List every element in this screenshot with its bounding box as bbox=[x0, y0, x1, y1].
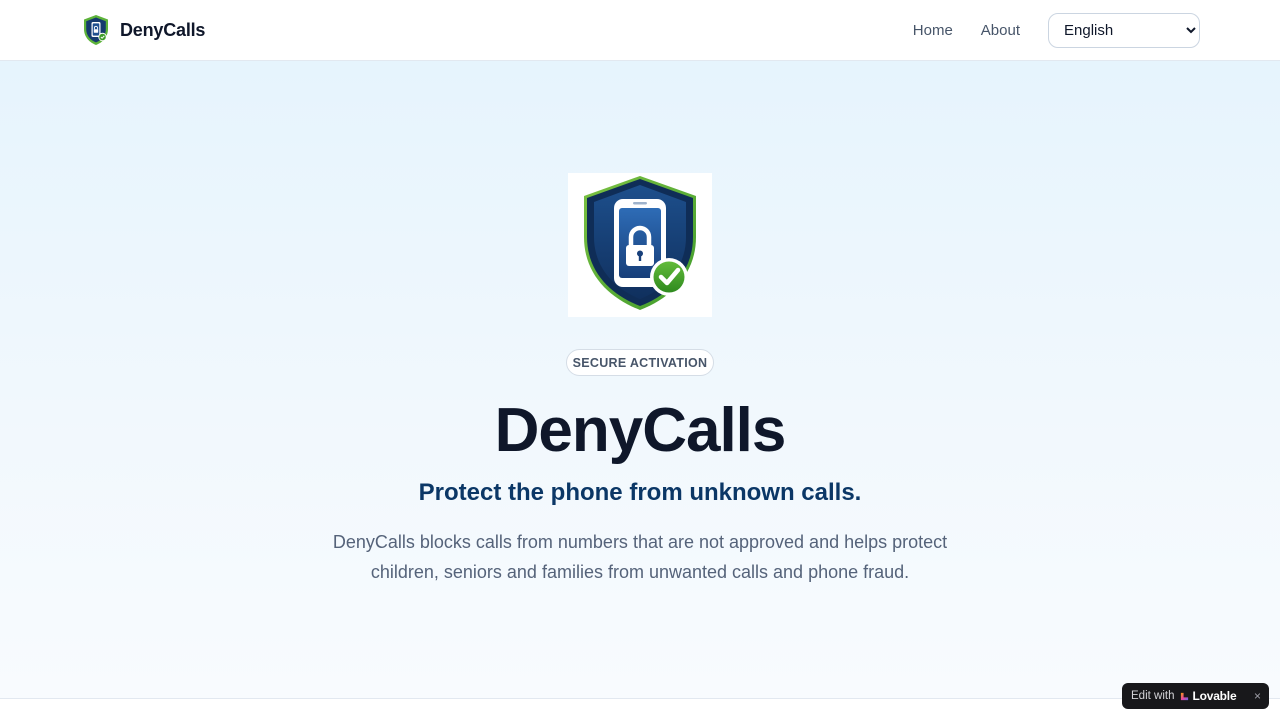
language-select[interactable]: English bbox=[1048, 13, 1200, 48]
lovable-brand-name: Lovable bbox=[1192, 689, 1237, 703]
hero-logo bbox=[568, 173, 712, 317]
nav-about-link[interactable]: About bbox=[981, 22, 1020, 39]
nav-home-link[interactable]: Home bbox=[913, 22, 953, 39]
secure-activation-badge: SECURE ACTIVATION bbox=[566, 349, 714, 376]
hero-description-line-1: DenyCalls blocks calls from numbers that… bbox=[332, 532, 948, 552]
hero-section: SECURE ACTIVATION DenyCalls Protect the … bbox=[0, 61, 1280, 699]
hero-description: DenyCalls blocks calls from numbers that… bbox=[300, 527, 980, 587]
hero-title: DenyCalls bbox=[494, 396, 787, 465]
main-nav: Home About English bbox=[913, 13, 1200, 48]
brand-name: DenyCalls bbox=[120, 19, 206, 40]
hero-description-line-2: children, seniors and families from unwa… bbox=[370, 562, 910, 582]
lovable-logo-icon bbox=[1181, 692, 1189, 700]
top-navigation-bar: DenyCalls Home About English bbox=[0, 0, 1280, 61]
brand-home-link[interactable]: DenyCalls bbox=[82, 14, 205, 46]
shield-phone-lock-check-icon bbox=[584, 176, 696, 310]
shield-lock-icon bbox=[84, 15, 108, 45]
close-icon[interactable]: × bbox=[1254, 690, 1261, 702]
edit-with-label: Edit with bbox=[1131, 690, 1175, 702]
edit-with-lovable-badge[interactable]: Edit with Lovable × bbox=[1122, 683, 1269, 709]
hero-subtitle: Protect the phone from unknown calls. bbox=[418, 479, 862, 506]
